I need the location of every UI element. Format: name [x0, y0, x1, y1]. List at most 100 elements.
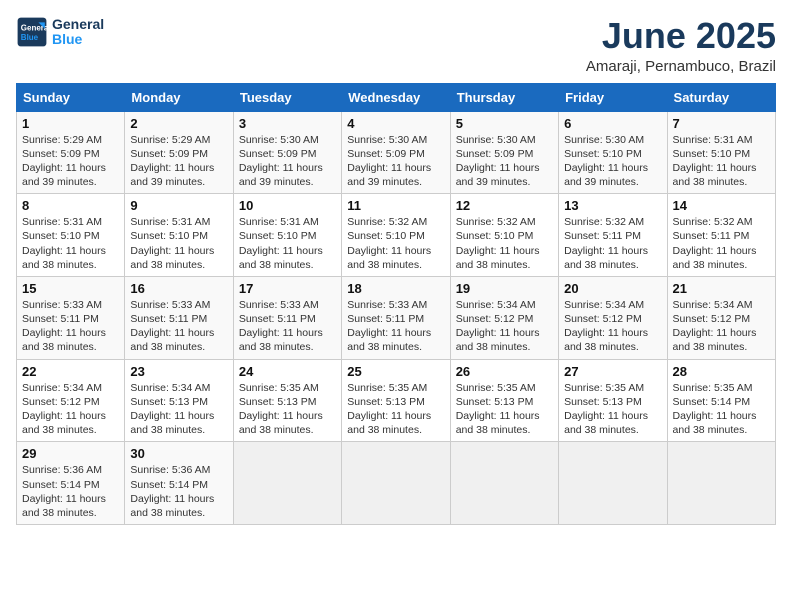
day-info: Sunrise: 5:30 AM Sunset: 5:09 PM Dayligh…: [347, 133, 444, 190]
calendar-cell: 24 Sunrise: 5:35 AM Sunset: 5:13 PM Dayli…: [233, 359, 341, 442]
calendar-cell: [233, 442, 341, 525]
calendar-cell: 18Sunrise: 5:33 AM Sunset: 5:11 PM Dayli…: [342, 276, 450, 359]
calendar-cell: 22 Sunrise: 5:34 AM Sunset: 5:12 PM Dayli…: [17, 359, 125, 442]
day-number: 8: [22, 198, 119, 213]
day-info: Sunrise: 5:35 AM Sunset: 5:13 PM Dayligh…: [564, 381, 661, 438]
calendar-table: SundayMondayTuesdayWednesdayThursdayFrid…: [16, 83, 776, 525]
calendar-cell: 26Sunrise: 5:35 AM Sunset: 5:13 PM Dayli…: [450, 359, 558, 442]
location: Amaraji, Pernambuco, Brazil: [586, 58, 776, 75]
calendar-cell: 3 Sunrise: 5:30 AM Sunset: 5:09 PM Daylig…: [233, 111, 341, 194]
day-number: 1: [22, 116, 119, 131]
day-info: Sunrise: 5:32 AM Sunset: 5:10 PM Dayligh…: [456, 215, 553, 272]
logo-blue: Blue: [52, 32, 104, 47]
calendar-cell: [667, 442, 775, 525]
day-info: Sunrise: 5:34 AM Sunset: 5:12 PM Dayligh…: [456, 298, 553, 355]
calendar-cell: 27 Sunrise: 5:35 AM Sunset: 5:13 PM Dayli…: [559, 359, 667, 442]
day-info: Sunrise: 5:32 AM Sunset: 5:11 PM Dayligh…: [564, 215, 661, 272]
day-number: 22: [22, 364, 119, 379]
day-info: Sunrise: 5:33 AM Sunset: 5:11 PM Dayligh…: [130, 298, 227, 355]
calendar-cell: 23Sunrise: 5:34 AM Sunset: 5:13 PM Dayli…: [125, 359, 233, 442]
calendar-cell: 1Sunrise: 5:29 AM Sunset: 5:09 PM Daylig…: [17, 111, 125, 194]
calendar-cell: 16 Sunrise: 5:33 AM Sunset: 5:11 PM Dayli…: [125, 276, 233, 359]
calendar-cell: 17Sunrise: 5:33 AM Sunset: 5:11 PM Dayli…: [233, 276, 341, 359]
day-info: Sunrise: 5:30 AM Sunset: 5:09 PM Dayligh…: [456, 133, 553, 190]
day-number: 25: [347, 364, 444, 379]
column-header-wednesday: Wednesday: [342, 83, 450, 111]
day-info: Sunrise: 5:33 AM Sunset: 5:11 PM Dayligh…: [347, 298, 444, 355]
calendar-cell: 19 Sunrise: 5:34 AM Sunset: 5:12 PM Dayli…: [450, 276, 558, 359]
day-info: Sunrise: 5:32 AM Sunset: 5:11 PM Dayligh…: [673, 215, 770, 272]
calendar-cell: 9 Sunrise: 5:31 AM Sunset: 5:10 PM Daylig…: [125, 194, 233, 277]
day-number: 19: [456, 281, 553, 296]
day-info: Sunrise: 5:31 AM Sunset: 5:10 PM Dayligh…: [130, 215, 227, 272]
day-number: 10: [239, 198, 336, 213]
day-number: 12: [456, 198, 553, 213]
month-title: June 2025: [586, 16, 776, 56]
calendar-week-1: 1 Sunrise: 5:29 AM Sunset: 5:09 PM Daylig…: [17, 111, 776, 194]
calendar-cell: 30 Sunrise: 5:36 AM Sunset: 5:14 PM Dayli…: [125, 442, 233, 525]
day-number: 4: [347, 116, 444, 131]
day-number: 2: [130, 116, 227, 131]
day-info: Sunrise: 5:32 AM Sunset: 5:10 PM Dayligh…: [347, 215, 444, 272]
calendar-cell: 28Sunrise: 5:35 AM Sunset: 5:14 PM Dayli…: [667, 359, 775, 442]
day-number: 29: [22, 446, 119, 461]
day-info: Sunrise: 5:33 AM Sunset: 5:11 PM Dayligh…: [239, 298, 336, 355]
column-header-saturday: Saturday: [667, 83, 775, 111]
column-header-sunday: Sunday: [17, 83, 125, 111]
calendar-cell: 4 Sunrise: 5:30 AM Sunset: 5:09 PM Daylig…: [342, 111, 450, 194]
day-number: 5: [456, 116, 553, 131]
day-info: Sunrise: 5:31 AM Sunset: 5:10 PM Dayligh…: [22, 215, 119, 272]
calendar-cell: 12 Sunrise: 5:32 AM Sunset: 5:10 PM Dayli…: [450, 194, 558, 277]
day-number: 21: [673, 281, 770, 296]
day-number: 27: [564, 364, 661, 379]
calendar-cell: [450, 442, 558, 525]
calendar-week-4: 22 Sunrise: 5:34 AM Sunset: 5:12 PM Dayli…: [17, 359, 776, 442]
day-number: 20: [564, 281, 661, 296]
calendar-cell: [559, 442, 667, 525]
day-number: 7: [673, 116, 770, 131]
day-info: Sunrise: 5:36 AM Sunset: 5:14 PM Dayligh…: [22, 463, 119, 520]
day-info: Sunrise: 5:34 AM Sunset: 5:12 PM Dayligh…: [564, 298, 661, 355]
logo-general: General: [52, 17, 104, 32]
logo-icon: General Blue: [16, 16, 48, 48]
column-header-tuesday: Tuesday: [233, 83, 341, 111]
calendar-cell: 15 Sunrise: 5:33 AM Sunset: 5:11 PM Dayli…: [17, 276, 125, 359]
day-info: Sunrise: 5:30 AM Sunset: 5:09 PM Dayligh…: [239, 133, 336, 190]
calendar-week-2: 8 Sunrise: 5:31 AM Sunset: 5:10 PM Daylig…: [17, 194, 776, 277]
day-number: 15: [22, 281, 119, 296]
day-info: Sunrise: 5:34 AM Sunset: 5:12 PM Dayligh…: [673, 298, 770, 355]
logo: General Blue General Blue: [16, 16, 104, 48]
calendar-cell: 13 Sunrise: 5:32 AM Sunset: 5:11 PM Dayli…: [559, 194, 667, 277]
day-number: 3: [239, 116, 336, 131]
day-info: Sunrise: 5:33 AM Sunset: 5:11 PM Dayligh…: [22, 298, 119, 355]
calendar-cell: 21 Sunrise: 5:34 AM Sunset: 5:12 PM Dayli…: [667, 276, 775, 359]
day-number: 30: [130, 446, 227, 461]
calendar-cell: 25 Sunrise: 5:35 AM Sunset: 5:13 PM Dayli…: [342, 359, 450, 442]
calendar-cell: 2 Sunrise: 5:29 AM Sunset: 5:09 PM Daylig…: [125, 111, 233, 194]
calendar-cell: [342, 442, 450, 525]
day-info: Sunrise: 5:35 AM Sunset: 5:14 PM Dayligh…: [673, 381, 770, 438]
day-number: 23: [130, 364, 227, 379]
day-number: 13: [564, 198, 661, 213]
day-number: 6: [564, 116, 661, 131]
day-info: Sunrise: 5:35 AM Sunset: 5:13 PM Dayligh…: [347, 381, 444, 438]
calendar-cell: 7Sunrise: 5:31 AM Sunset: 5:10 PM Daylig…: [667, 111, 775, 194]
calendar-header-row: SundayMondayTuesdayWednesdayThursdayFrid…: [17, 83, 776, 111]
day-number: 26: [456, 364, 553, 379]
day-number: 16: [130, 281, 227, 296]
column-header-monday: Monday: [125, 83, 233, 111]
day-info: Sunrise: 5:36 AM Sunset: 5:14 PM Dayligh…: [130, 463, 227, 520]
calendar-week-5: 29 Sunrise: 5:36 AM Sunset: 5:14 PM Dayli…: [17, 442, 776, 525]
page-header: General Blue General Blue June 2025 Amar…: [16, 16, 776, 75]
day-number: 9: [130, 198, 227, 213]
day-info: Sunrise: 5:35 AM Sunset: 5:13 PM Dayligh…: [239, 381, 336, 438]
day-info: Sunrise: 5:31 AM Sunset: 5:10 PM Dayligh…: [239, 215, 336, 272]
calendar-cell: 11Sunrise: 5:32 AM Sunset: 5:10 PM Dayli…: [342, 194, 450, 277]
day-info: Sunrise: 5:30 AM Sunset: 5:10 PM Dayligh…: [564, 133, 661, 190]
day-info: Sunrise: 5:34 AM Sunset: 5:12 PM Dayligh…: [22, 381, 119, 438]
day-info: Sunrise: 5:29 AM Sunset: 5:09 PM Dayligh…: [130, 133, 227, 190]
title-block: June 2025 Amaraji, Pernambuco, Brazil: [586, 16, 776, 75]
calendar-cell: 5 Sunrise: 5:30 AM Sunset: 5:09 PM Daylig…: [450, 111, 558, 194]
column-header-friday: Friday: [559, 83, 667, 111]
day-number: 24: [239, 364, 336, 379]
